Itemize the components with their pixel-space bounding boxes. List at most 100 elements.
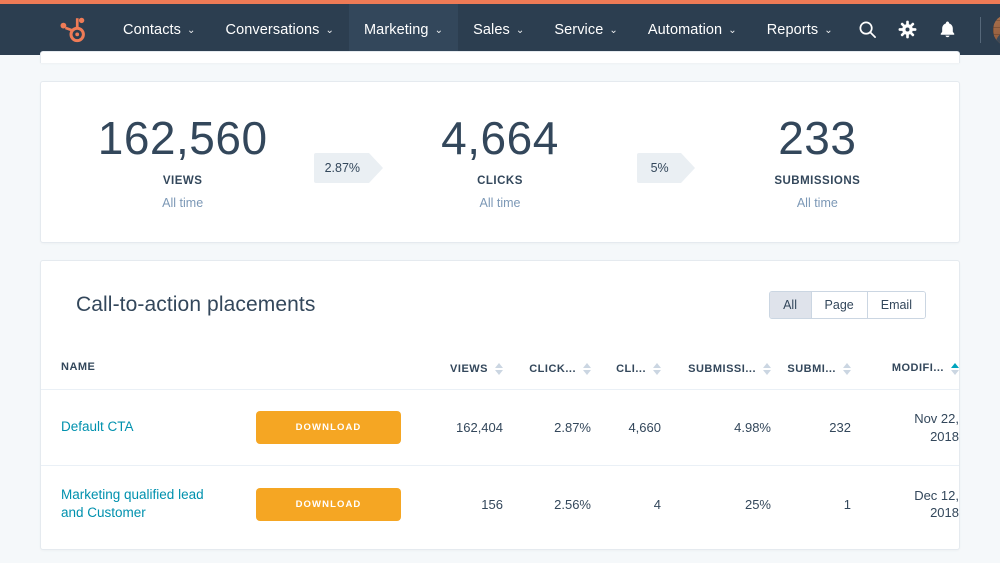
sort-ascending-icon xyxy=(495,363,503,368)
sort-descending-icon xyxy=(951,370,959,375)
chevron-down-icon: ⌄ xyxy=(728,25,736,36)
page-content: 162,560 VIEWS All time 2.87% 4,664 CLICK… xyxy=(0,51,1000,550)
sort-toggle-icon[interactable] xyxy=(951,363,959,375)
filter-all-button[interactable]: All xyxy=(770,292,812,318)
placement-filter-group: All Page Email xyxy=(769,291,926,319)
cta-placements-header: Call-to-action placements All Page Email xyxy=(41,261,959,319)
nav-item-conversations[interactable]: Conversations ⌄ xyxy=(211,4,349,55)
column-label: VIEWS xyxy=(450,363,488,375)
nav-item-reports[interactable]: Reports ⌄ xyxy=(752,4,848,55)
nav-item-label: Conversations xyxy=(226,22,320,38)
filter-page-button[interactable]: Page xyxy=(812,292,868,318)
table-header: NAME VIEWS CLI xyxy=(41,349,959,390)
stat-clicks: 4,664 CLICKS All time xyxy=(380,114,619,210)
sort-ascending-icon xyxy=(843,363,851,368)
stat-value: 162,560 xyxy=(63,114,302,162)
nav-item-service[interactable]: Service ⌄ xyxy=(539,4,633,55)
nav-item-marketing[interactable]: Marketing ⌄ xyxy=(349,4,458,55)
sort-descending-icon xyxy=(763,370,771,375)
column-label: CLI... xyxy=(616,363,646,375)
sort-descending-icon xyxy=(583,370,591,375)
stat-views: 162,560 VIEWS All time xyxy=(63,114,302,210)
filter-email-button[interactable]: Email xyxy=(868,292,925,318)
cell-submission-rate: 25% xyxy=(661,466,771,543)
stat-value: 4,664 xyxy=(380,114,619,162)
cell-click-rate: 2.56% xyxy=(503,466,591,543)
primary-nav: Contacts ⌄ Conversations ⌄ Marketing ⌄ S… xyxy=(108,4,848,55)
column-header-submission-rate[interactable]: SUBMISSI... xyxy=(661,349,771,390)
nav-item-label: Marketing xyxy=(364,22,429,38)
cta-name-link[interactable]: Marketing qualified lead and Customer xyxy=(61,486,226,522)
sort-ascending-icon xyxy=(583,363,591,368)
nav-item-sales[interactable]: Sales ⌄ xyxy=(458,4,539,55)
nav-item-automation[interactable]: Automation ⌄ xyxy=(633,4,752,55)
sort-toggle-icon[interactable] xyxy=(763,363,771,375)
stat-timeframe: All time xyxy=(380,196,619,210)
sort-ascending-icon xyxy=(763,363,771,368)
cell-modified: Nov 22, 2018 xyxy=(851,390,959,466)
nav-item-label: Sales xyxy=(473,22,510,38)
chevron-down-icon: ⌄ xyxy=(824,25,832,36)
stat-timeframe: All time xyxy=(63,196,302,210)
funnel-rate-value: 2.87% xyxy=(314,153,369,183)
main-navbar: Contacts ⌄ Conversations ⌄ Marketing ⌄ S… xyxy=(0,4,1000,55)
nav-item-label: Automation xyxy=(648,22,722,38)
stat-label: VIEWS xyxy=(63,175,302,187)
table-row: Marketing qualified lead and Customer DO… xyxy=(41,466,959,543)
nav-item-label: Reports xyxy=(767,22,818,38)
cell-views: 162,404 xyxy=(421,390,503,466)
download-button[interactable]: DOWNLOAD xyxy=(256,488,401,521)
column-label: NAME xyxy=(61,361,95,373)
sort-toggle-icon[interactable] xyxy=(653,363,661,375)
column-label: SUBMISSI... xyxy=(688,363,756,375)
performance-summary-card: 162,560 VIEWS All time 2.87% 4,664 CLICK… xyxy=(40,81,960,243)
column-label: SUBMI... xyxy=(787,363,836,375)
cell-name: Default CTA xyxy=(41,390,236,466)
column-header-clicks[interactable]: CLI... xyxy=(591,349,661,390)
hubspot-sprocket-logo-icon xyxy=(58,16,86,44)
hubspot-logo-link[interactable] xyxy=(18,4,108,55)
cta-placements-card: Call-to-action placements All Page Email… xyxy=(40,260,960,550)
chevron-down-icon: ⌄ xyxy=(435,25,443,36)
stat-value: 233 xyxy=(698,114,937,162)
table-header-row: NAME VIEWS CLI xyxy=(41,349,959,390)
cell-name: Marketing qualified lead and Customer xyxy=(41,466,236,543)
column-header-submissions[interactable]: SUBMI... xyxy=(771,349,851,390)
table-row: Default CTA DOWNLOAD 162,404 2.87% 4,660… xyxy=(41,390,959,466)
cell-clicks: 4 xyxy=(591,466,661,543)
column-header-click-rate[interactable]: CLICK... xyxy=(503,349,591,390)
cell-clicks: 4,660 xyxy=(591,390,661,466)
cell-modified: Dec 12, 2018 xyxy=(851,466,959,543)
stat-label: SUBMISSIONS xyxy=(698,175,937,187)
navbar-divider xyxy=(980,17,981,43)
cell-click-rate: 2.87% xyxy=(503,390,591,466)
avatar[interactable] xyxy=(993,14,1000,46)
funnel-rate-clicks-to-submissions: 5% xyxy=(620,153,698,183)
page-title: Call-to-action placements xyxy=(76,293,315,317)
funnel-rate-value: 5% xyxy=(637,153,681,183)
cell-preview: DOWNLOAD xyxy=(236,390,421,466)
stat-submissions: 233 SUBMISSIONS All time xyxy=(698,114,937,210)
column-header-name: NAME xyxy=(41,349,236,390)
nav-item-contacts[interactable]: Contacts ⌄ xyxy=(108,4,211,55)
cta-name-link[interactable]: Default CTA xyxy=(61,418,134,436)
search-icon[interactable] xyxy=(848,4,888,55)
navbar-utilities: ⌄ xyxy=(848,4,1000,55)
cell-submissions: 232 xyxy=(771,390,851,466)
sort-toggle-icon[interactable] xyxy=(495,363,503,375)
download-button[interactable]: DOWNLOAD xyxy=(256,411,401,444)
cell-submission-rate: 4.98% xyxy=(661,390,771,466)
cell-submissions: 1 xyxy=(771,466,851,543)
sort-ascending-icon xyxy=(653,363,661,368)
column-header-modified[interactable]: MODIFI... xyxy=(851,349,959,390)
sort-descending-icon xyxy=(495,370,503,375)
stat-label: CLICKS xyxy=(380,175,619,187)
sort-descending-icon xyxy=(843,370,851,375)
sort-toggle-icon[interactable] xyxy=(843,363,851,375)
nav-item-label: Contacts xyxy=(123,22,181,38)
chevron-down-icon: ⌄ xyxy=(326,25,334,36)
gear-icon[interactable] xyxy=(888,4,928,55)
sort-toggle-icon[interactable] xyxy=(583,363,591,375)
bell-icon[interactable] xyxy=(928,4,968,55)
column-header-views[interactable]: VIEWS xyxy=(421,349,503,390)
